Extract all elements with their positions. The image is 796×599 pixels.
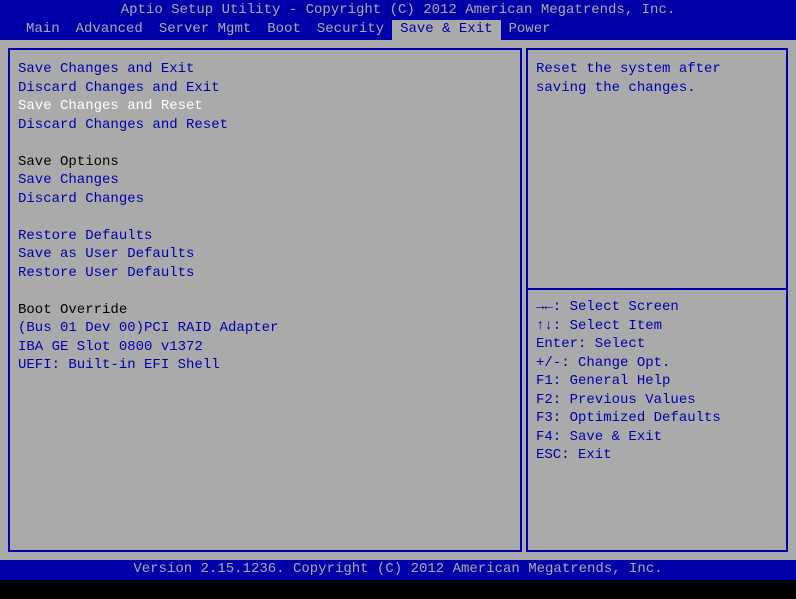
option-discard-changes-and-exit[interactable]: Discard Changes and Exit: [18, 79, 512, 98]
section-header: Save Options: [18, 153, 512, 172]
blank-line: [18, 208, 512, 227]
menu-bar: MainAdvancedServer MgmtBootSecuritySave …: [0, 20, 796, 40]
key-help-line: Enter: Select: [536, 335, 778, 354]
option-discard-changes-and-reset[interactable]: Discard Changes and Reset: [18, 116, 512, 135]
option-discard-changes[interactable]: Discard Changes: [18, 190, 512, 209]
content-area: Save Changes and ExitDiscard Changes and…: [0, 40, 796, 560]
key-help-list: →←: Select Screen↑↓: Select ItemEnter: S…: [536, 298, 778, 465]
menu-tab-save-exit[interactable]: Save & Exit: [392, 20, 500, 40]
menu-tab-boot[interactable]: Boot: [259, 20, 309, 40]
right-panel: Reset the system after saving the change…: [526, 48, 788, 552]
menu-tab-advanced[interactable]: Advanced: [68, 20, 151, 40]
section-header: Boot Override: [18, 301, 512, 320]
key-help-line: F2: Previous Values: [536, 391, 778, 410]
help-description: Reset the system after saving the change…: [536, 60, 778, 97]
option-save-changes-and-exit[interactable]: Save Changes and Exit: [18, 60, 512, 79]
option-save-changes-and-reset[interactable]: Save Changes and Reset: [18, 97, 512, 116]
footer-text: Version 2.15.1236. Copyright (C) 2012 Am…: [0, 560, 796, 580]
key-help-line: F3: Optimized Defaults: [536, 409, 778, 428]
key-help-line: ESC: Exit: [536, 446, 778, 465]
key-help-line: +/-: Change Opt.: [536, 354, 778, 373]
menu-tab-security[interactable]: Security: [309, 20, 392, 40]
menu-tab-main[interactable]: Main: [18, 20, 68, 40]
key-help-line: ↑↓: Select Item: [536, 317, 778, 336]
option-save-as-user-defaults[interactable]: Save as User Defaults: [18, 245, 512, 264]
key-help-line: F4: Save & Exit: [536, 428, 778, 447]
help-divider: [528, 288, 786, 290]
left-panel: Save Changes and ExitDiscard Changes and…: [8, 48, 522, 552]
header-title: Aptio Setup Utility - Copyright (C) 2012…: [0, 0, 796, 20]
option-bus-01-dev-00-pci-raid-adapter[interactable]: (Bus 01 Dev 00)PCI RAID Adapter: [18, 319, 512, 338]
option-save-changes[interactable]: Save Changes: [18, 171, 512, 190]
key-help-line: F1: General Help: [536, 372, 778, 391]
option-uefi-built-in-efi-shell[interactable]: UEFI: Built-in EFI Shell: [18, 356, 512, 375]
blank-line: [18, 282, 512, 301]
menu-tab-server-mgmt[interactable]: Server Mgmt: [151, 20, 259, 40]
option-restore-user-defaults[interactable]: Restore User Defaults: [18, 264, 512, 283]
help-description-container: Reset the system after saving the change…: [536, 60, 778, 288]
footer-spacer: [0, 580, 796, 599]
option-restore-defaults[interactable]: Restore Defaults: [18, 227, 512, 246]
key-help-line: →←: Select Screen: [536, 298, 778, 317]
blank-line: [18, 134, 512, 153]
option-iba-ge-slot-0800-v1372[interactable]: IBA GE Slot 0800 v1372: [18, 338, 512, 357]
menu-tab-power[interactable]: Power: [501, 20, 559, 40]
